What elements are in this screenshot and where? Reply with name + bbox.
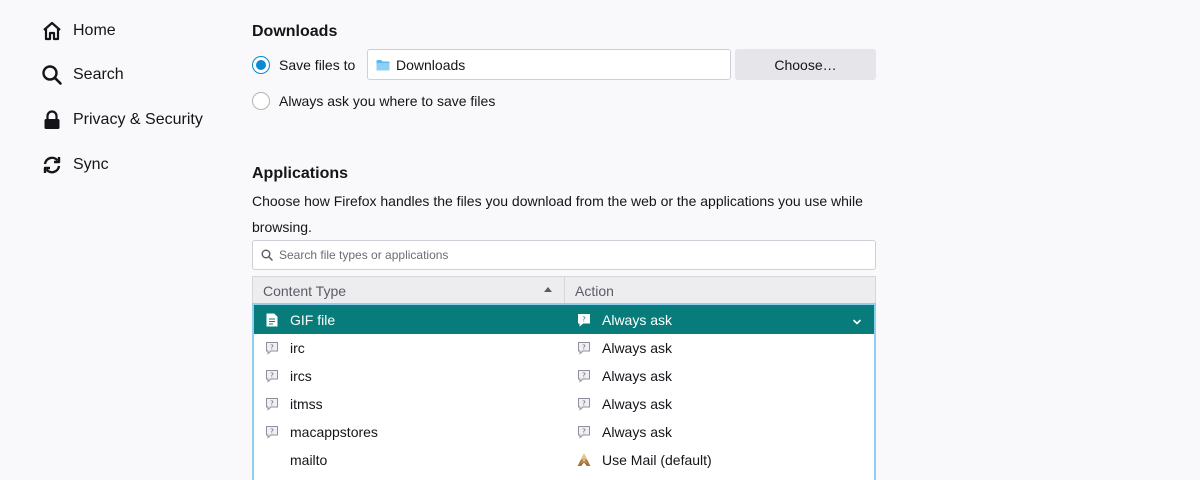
file-icon: [264, 312, 280, 328]
action-label: Use Mail (default): [602, 452, 712, 468]
choose-button[interactable]: Choose…: [735, 49, 876, 80]
sidebar-item-sync[interactable]: Sync: [40, 150, 109, 180]
sidebar-item-home[interactable]: Home: [40, 16, 116, 46]
table-header: Content Type Action: [252, 276, 876, 304]
action-cell[interactable]: ? Always ask: [576, 362, 866, 390]
action-label: Always ask: [602, 424, 673, 440]
action-label: Always ask: [602, 368, 673, 384]
content-type-cell: ? macappstores: [264, 418, 564, 446]
content-type-label: mailto: [290, 452, 328, 468]
always-ask-radio[interactable]: [252, 92, 270, 110]
sidebar-item-label: Privacy & Security: [73, 111, 203, 128]
action-cell[interactable]: ? Always ask: [576, 334, 866, 362]
table-row[interactable]: ? ircs ? Always ask: [254, 362, 874, 390]
content-type-table: Content Type Action GIF file ? Always as…: [252, 276, 876, 480]
sync-icon: [40, 153, 64, 177]
save-files-label: Save files to: [279, 57, 356, 73]
main-content: Downloads Save files to Downloads Choose…: [252, 0, 892, 480]
action-cell[interactable]: ? Always ask: [576, 418, 866, 446]
content-type-cell: GIF file: [264, 305, 564, 334]
sidebar-item-label: Search: [73, 66, 124, 83]
table-body: GIF file ? Always ask ? irc ? Always ask…: [252, 303, 876, 480]
ask-icon: ?: [264, 368, 280, 384]
action-column-header[interactable]: Action: [565, 277, 875, 304]
mail-app-icon: [576, 452, 592, 468]
save-files-option[interactable]: Save files to: [252, 53, 355, 77]
action-label: Always ask: [602, 340, 673, 356]
svg-text:?: ?: [270, 400, 274, 408]
content-type-label: ircs: [290, 368, 312, 384]
content-type-cell: ? itmss: [264, 390, 564, 418]
action-header-label: Action: [575, 282, 614, 299]
ask-icon: ?: [576, 424, 592, 440]
content-type-label: GIF file: [290, 311, 336, 328]
downloads-title: Downloads: [252, 23, 338, 40]
sidebar-item-privacy-security[interactable]: Privacy & Security: [40, 105, 203, 135]
lock-icon: [40, 108, 64, 132]
content-type-header-label: Content Type: [263, 282, 347, 299]
search-icon: [261, 249, 273, 261]
search-icon: [40, 63, 64, 87]
table-row[interactable]: ? irc ? Always ask: [254, 334, 874, 362]
folder-icon: [376, 59, 390, 71]
ask-icon: ?: [576, 340, 592, 356]
ask-icon: ?: [576, 368, 592, 384]
table-row[interactable]: mailto Use Mail (default): [254, 446, 874, 474]
blank-icon: [264, 452, 280, 468]
content-type-cell: ? ircs: [264, 362, 564, 390]
content-type-label: itmss: [290, 396, 323, 412]
svg-text:?: ?: [582, 315, 586, 323]
always-ask-label: Always ask you where to save files: [279, 93, 496, 109]
table-row[interactable]: [254, 474, 874, 480]
action-cell[interactable]: ? Always ask: [576, 390, 866, 418]
table-row[interactable]: ? itmss ? Always ask: [254, 390, 874, 418]
table-row[interactable]: ? macappstores ? Always ask: [254, 418, 874, 446]
svg-text:?: ?: [582, 428, 586, 436]
sidebar-item-label: Home: [73, 22, 116, 39]
content-type-column-header[interactable]: Content Type: [253, 277, 565, 304]
svg-text:?: ?: [582, 344, 586, 352]
file-type-search-input[interactable]: [279, 248, 859, 262]
download-path-field[interactable]: Downloads: [367, 49, 731, 80]
svg-text:?: ?: [270, 344, 274, 352]
download-path-value: Downloads: [396, 56, 466, 73]
table-row[interactable]: GIF file ? Always ask: [254, 305, 874, 334]
always-ask-option[interactable]: Always ask you where to save files: [252, 89, 495, 113]
ask-icon: ?: [264, 340, 280, 356]
sidebar-item-search[interactable]: Search: [40, 60, 124, 90]
svg-text:?: ?: [582, 400, 586, 408]
save-files-radio[interactable]: [252, 56, 270, 74]
ask-icon: ?: [576, 396, 592, 412]
ask-icon: ?: [576, 312, 592, 328]
sort-ascending-icon: [544, 287, 552, 292]
action-label: Always ask: [602, 396, 673, 412]
action-cell[interactable]: ? Always ask: [576, 305, 866, 334]
chevron-down-icon[interactable]: [852, 314, 862, 332]
sidebar: Home Search Privacy & Security Sync: [0, 0, 240, 480]
applications-title: Applications: [252, 165, 349, 182]
action-label: Always ask: [602, 311, 673, 328]
ask-icon: ?: [264, 396, 280, 412]
file-type-search-box[interactable]: [252, 240, 876, 270]
svg-text:?: ?: [582, 372, 586, 380]
svg-text:?: ?: [270, 372, 274, 380]
sidebar-item-label: Sync: [73, 156, 109, 173]
content-type-cell: mailto: [264, 446, 564, 474]
applications-description: Choose how Firefox handles the files you…: [252, 193, 863, 235]
ask-icon: ?: [264, 424, 280, 440]
content-type-label: irc: [290, 340, 305, 356]
action-cell[interactable]: Use Mail (default): [576, 446, 866, 474]
content-type-label: macappstores: [290, 424, 378, 440]
content-type-cell: ? irc: [264, 334, 564, 362]
svg-text:?: ?: [270, 428, 274, 436]
home-icon: [40, 19, 64, 43]
